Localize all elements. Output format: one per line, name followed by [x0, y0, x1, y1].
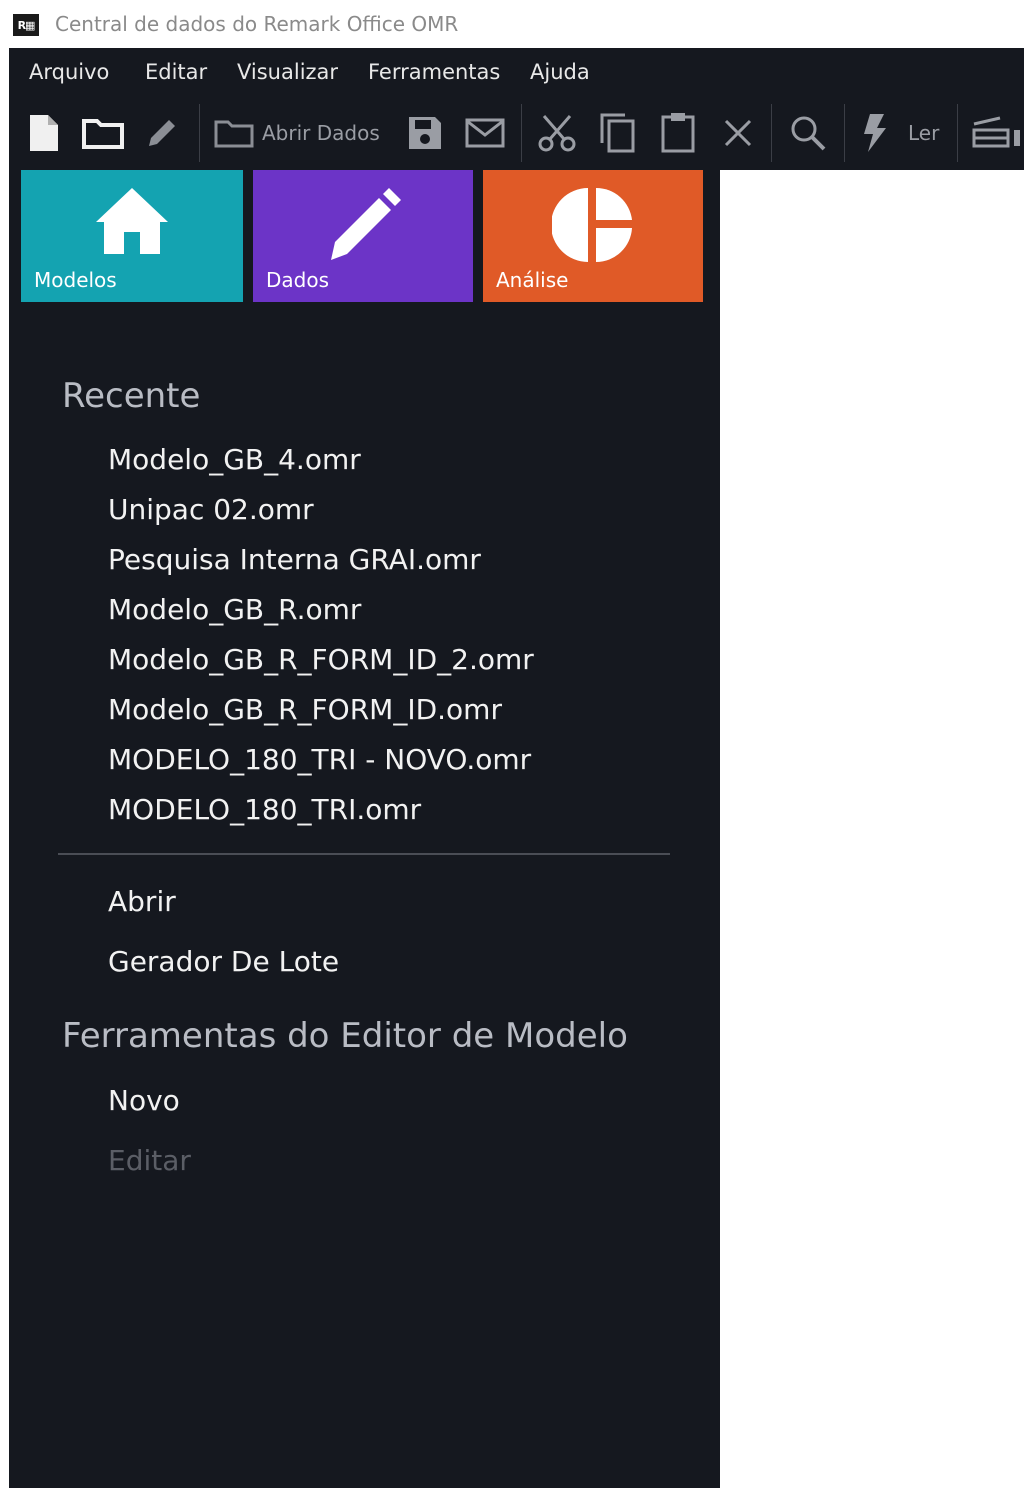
new-template-action[interactable]: Novo: [108, 1084, 180, 1117]
copy-icon[interactable]: [594, 108, 640, 158]
recent-file[interactable]: MODELO_180_TRI.omr: [108, 793, 421, 826]
scanner-icon[interactable]: [970, 108, 1024, 158]
toolbar-separator: [771, 104, 772, 162]
pie-chart-icon: [552, 187, 632, 263]
recent-file[interactable]: Modelo_GB_R.omr: [108, 593, 361, 626]
edit-pencil-icon[interactable]: [140, 108, 184, 158]
menu-ferramentas[interactable]: Ferramentas: [368, 60, 500, 84]
tile-modelos[interactable]: Modelos: [21, 170, 243, 302]
new-file-icon[interactable]: [22, 108, 64, 158]
recent-file[interactable]: Unipac 02.omr: [108, 493, 314, 526]
lightning-icon: [864, 114, 886, 152]
tile-modelos-label: Modelos: [34, 268, 117, 292]
menu-visualizar[interactable]: Visualizar: [237, 60, 338, 84]
recent-heading: Recente: [62, 376, 201, 416]
section-divider: [58, 853, 670, 855]
tile-analise-label: Análise: [496, 268, 569, 292]
batch-generator-action[interactable]: Gerador De Lote: [108, 945, 339, 978]
app-logo-icon: R▦: [13, 14, 39, 36]
window-title: Central de dados do Remark Office OMR: [55, 12, 459, 36]
toolbar-separator: [957, 104, 958, 162]
open-data-label: Abrir Dados: [262, 121, 380, 145]
menu-arquivo[interactable]: Arquivo: [29, 60, 109, 84]
read-label: Ler: [908, 121, 940, 145]
tile-dados[interactable]: Dados: [253, 170, 473, 302]
title-bar: R▦ Central de dados do Remark Office OMR: [0, 0, 1024, 48]
open-folder-icon[interactable]: [80, 108, 126, 158]
edit-template-action: Editar: [108, 1144, 191, 1177]
recent-file[interactable]: Modelo_GB_4.omr: [108, 443, 361, 476]
delete-icon[interactable]: [716, 108, 760, 158]
recent-file[interactable]: Modelo_GB_R_FORM_ID_2.omr: [108, 643, 534, 676]
toolbar-separator: [844, 104, 845, 162]
toolbar-separator: [521, 104, 522, 162]
content-area: [720, 170, 1024, 1488]
recent-file[interactable]: Pesquisa Interna GRAI.omr: [108, 543, 481, 576]
read-button[interactable]: Ler: [860, 108, 952, 158]
search-icon[interactable]: [785, 108, 831, 158]
folder-icon: [214, 120, 254, 148]
menu-editar[interactable]: Editar: [145, 60, 207, 84]
open-action[interactable]: Abrir: [108, 885, 176, 918]
tile-dados-label: Dados: [266, 268, 330, 292]
editor-tools-heading: Ferramentas do Editor de Modelo: [62, 1016, 628, 1056]
cut-icon[interactable]: [533, 108, 581, 158]
recent-file[interactable]: Modelo_GB_R_FORM_ID.omr: [108, 693, 502, 726]
menu-ajuda[interactable]: Ajuda: [530, 60, 590, 84]
tile-analise[interactable]: Análise: [483, 170, 703, 302]
pencil-icon: [331, 188, 401, 260]
home-icon: [96, 188, 168, 254]
email-icon[interactable]: [460, 108, 510, 158]
toolbar-separator: [199, 104, 200, 162]
save-icon[interactable]: [402, 108, 448, 158]
left-panel: [9, 170, 720, 1488]
paste-icon[interactable]: [655, 108, 701, 158]
recent-file[interactable]: MODELO_180_TRI - NOVO.omr: [108, 743, 531, 776]
open-data-button[interactable]: Abrir Dados: [214, 108, 394, 158]
